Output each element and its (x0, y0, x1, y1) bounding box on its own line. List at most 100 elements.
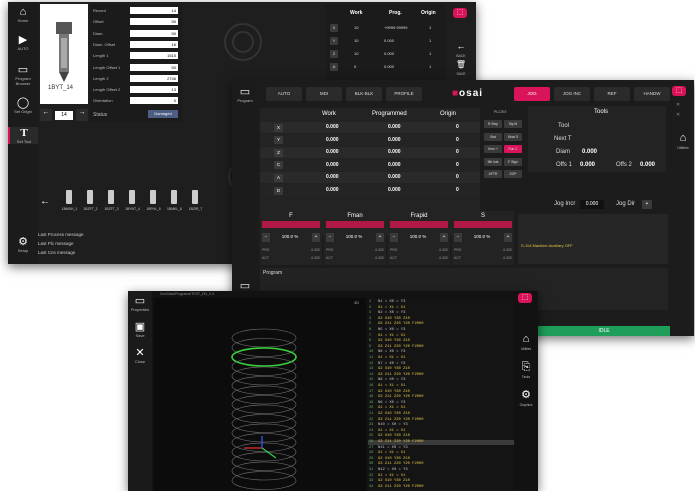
code-line[interactable]: G2 X10 Y30 Z10 (378, 317, 410, 321)
tab-mdi[interactable]: MDI (306, 87, 342, 101)
code-line[interactable]: N11 = X0 = Y3 (378, 446, 408, 450)
magazine-slot[interactable]: 1BYNT_4 (123, 188, 142, 216)
feed-plus-button[interactable]: + (376, 233, 384, 242)
sidebar-set-origin[interactable]: ◯ Set Origin (8, 97, 38, 114)
feed-plus-button[interactable]: + (312, 233, 320, 242)
tab-jog-inc[interactable]: JOG INC (554, 87, 590, 101)
jog-incr-field[interactable]: 0.000 (580, 200, 604, 209)
axis-button[interactable]: Y (330, 37, 338, 45)
properties-button[interactable]: ▭ Properties (128, 295, 152, 312)
field-value[interactable]: 50 (130, 29, 178, 37)
axis-button[interactable]: C (274, 161, 283, 170)
axis-button[interactable]: D (274, 186, 283, 195)
axis-button[interactable]: X (330, 24, 338, 32)
code-line[interactable]: N2 = X0 = Y3 (378, 311, 405, 315)
code-line[interactable]: N5 = X0 = Y3 (378, 328, 405, 332)
axis-button[interactable]: X (274, 123, 283, 132)
next-tool-button[interactable]: → (76, 109, 88, 121)
code-line[interactable]: G3 Z11 Z20 Y20 F2000 (378, 345, 424, 349)
field-value[interactable]: 2746 (130, 74, 178, 82)
field-value[interactable]: 16 (130, 40, 178, 48)
code-line[interactable]: G3 Z11 Z20 Y20 F2000 (378, 373, 424, 377)
feed-plus-button[interactable]: + (440, 233, 448, 242)
jog-dir-button[interactable]: + (642, 200, 652, 209)
editor-menu-button[interactable]: ⬚ (518, 293, 532, 303)
code-line[interactable]: N10 = X0 = Y3 (378, 423, 408, 427)
code-line[interactable]: G2 X10 Y30 Z10 (378, 479, 410, 483)
feed-minus-button[interactable]: − (326, 233, 334, 242)
axis-button[interactable]: A (330, 63, 338, 71)
code-line[interactable]: N9 = X0 = Y3 (378, 401, 405, 405)
code-line[interactable]: G3 Z11 Z20 Y20 F2000 (378, 418, 424, 422)
code-line[interactable]: G1 = X1 = X1 (378, 406, 405, 410)
tasks-button[interactable]: ⎘ Tasks (516, 357, 536, 379)
code-line[interactable]: G2 X10 Y30 Z10 (378, 457, 410, 461)
field-value[interactable]: 50 (130, 63, 178, 71)
plc-button[interactable]: SOP (504, 170, 522, 178)
magazine-slot[interactable]: 1BZIR_7 (186, 188, 205, 216)
code-line[interactable]: G2 X10 Y30 Z10 (378, 367, 410, 371)
sidebar-program-browser[interactable]: ▭ Program Browser (8, 64, 38, 86)
plc-button[interactable]: Mnst S (504, 132, 522, 141)
right-icon-2[interactable]: ✕ (676, 112, 680, 118)
plc-button[interactable]: Run C (504, 145, 522, 153)
plc-button[interactable]: APTR (484, 170, 502, 178)
code-line[interactable]: N7 = X0 = Y3 (378, 362, 405, 366)
magazine-back-icon[interactable]: ← (40, 196, 50, 207)
sidebar-auto[interactable]: ▶ AUTO (8, 34, 38, 51)
magenta-menu-button[interactable]: ⬚ (453, 8, 467, 18)
code-line[interactable]: G2 X10 Y30 Z10 (378, 339, 410, 343)
feed-minus-button[interactable]: − (390, 233, 398, 242)
field-value[interactable]: 1515 (130, 52, 178, 60)
code-line[interactable]: G3 Z11 Z20 Y20 F2000 (378, 395, 424, 399)
axis-button[interactable]: Z (274, 148, 283, 157)
status-badge[interactable]: Damaged (148, 110, 178, 118)
code-line[interactable]: G2 X10 Y30 Z10 (378, 434, 410, 438)
feed-minus-button[interactable]: − (262, 233, 270, 242)
plc-button[interactable]: Stp M (504, 120, 522, 128)
tab-profile[interactable]: PROFILE (386, 87, 422, 101)
code-line[interactable]: G1 = X1 = X1 (378, 451, 405, 455)
magazine-slot[interactable]: 1BMKL_6 (165, 188, 184, 216)
field-value[interactable]: 14 (130, 7, 178, 14)
axis-button[interactable]: Z (330, 50, 338, 58)
sidebar-set-tool[interactable]: T Set Tool (8, 127, 38, 144)
code-line[interactable]: G2 X10 Y30 Z10 (378, 390, 410, 394)
tab-ref[interactable]: REF (594, 87, 630, 101)
code-line[interactable]: G3 Z11 Z20 Y20 F2000 (378, 440, 424, 444)
tab-handw[interactable]: HANDW (634, 87, 670, 101)
code-line[interactable]: G1 = X1 = X1 (378, 429, 405, 433)
tool-number-field[interactable]: 14 (55, 111, 73, 120)
code-line[interactable]: G2 X10 Y30 Z10 (378, 412, 410, 416)
tab-jog[interactable]: JOG (514, 87, 550, 101)
code-line[interactable]: G1 = X1 = X1 (378, 474, 405, 478)
code-line[interactable]: N6 = X0 = Y3 (378, 350, 405, 354)
code-line[interactable]: G3 Z11 Z20 Y20 F2000 (378, 322, 424, 326)
axis-button[interactable]: Y (274, 136, 283, 145)
program-button[interactable]: ▭ Program (232, 86, 258, 103)
graphics-button[interactable]: ⚙ Graphics (516, 385, 536, 407)
cnc-menu-button[interactable]: ⬚ (672, 86, 686, 96)
utilities-button[interactable]: ⌂ Utilities (516, 329, 536, 351)
magazine-slot[interactable]: 1BMSH_1 (60, 188, 79, 216)
field-value[interactable]: 0 (130, 97, 178, 105)
feed-minus-button[interactable]: − (454, 233, 462, 242)
field-value[interactable]: 50 (130, 18, 178, 26)
plc-button[interactable]: Stat (484, 132, 502, 141)
code-line[interactable]: N1 = X0 = Y3 (378, 300, 405, 304)
code-line[interactable]: G1 = X1 = X1 (378, 356, 405, 360)
plc-button[interactable]: Kern + (484, 145, 502, 153)
save-button[interactable]: 🗑 SAVE (453, 54, 469, 76)
code-line[interactable]: G1 = X1 = X1 (378, 384, 405, 388)
plc-button[interactable]: F Stgn (504, 157, 522, 166)
code-line[interactable]: G3 Z11 Z20 Y20 F2000 (378, 462, 424, 466)
code-line[interactable]: N8 = X0 = Y3 (378, 378, 405, 382)
3d-view[interactable]: 3D (154, 298, 366, 491)
magazine-slot[interactable]: 1BZFT_3 (102, 188, 121, 216)
right-icon-1[interactable]: ✕ (676, 102, 680, 108)
tab-auto[interactable]: AUTO (266, 87, 302, 101)
code-line[interactable]: N12 = X0 = Y3 (378, 468, 408, 472)
field-value[interactable]: 13 (130, 86, 178, 94)
code-line[interactable]: G3 Z11 Z20 Y20 F2000 (378, 485, 424, 489)
sidebar-home[interactable]: ⌂ Home (8, 6, 38, 23)
